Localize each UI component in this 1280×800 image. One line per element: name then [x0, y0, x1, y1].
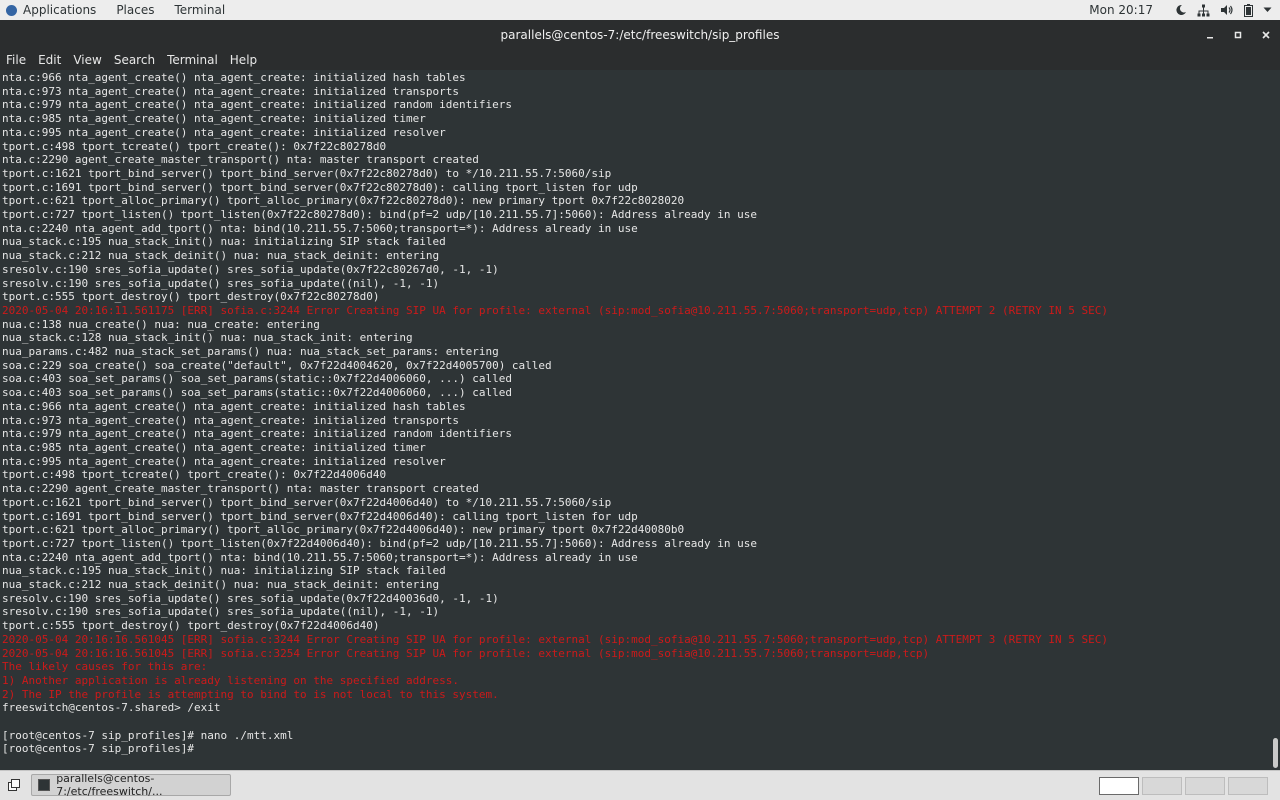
terminal-line: sresolv.c:190 sres_sofia_update() sres_s…: [2, 276, 440, 290]
top-panel: Applications Places Terminal Mon 20:17: [0, 0, 1280, 20]
terminal-menubar: File Edit View Search Terminal Help: [0, 50, 1280, 70]
terminal-lines: nta.c:966 nta_agent_create() nta_agent_c…: [2, 71, 1108, 756]
top-panel-menu: Applications Places Terminal: [0, 0, 235, 20]
terminal-line: nta.c:2290 agent_create_master_transport…: [2, 153, 479, 167]
terminal-line: nta.c:973 nta_agent_create() nta_agent_c…: [2, 84, 459, 98]
volume-icon[interactable]: [1220, 4, 1234, 16]
terminal-line: tport.c:498 tport_tcreate() tport_create…: [2, 468, 387, 482]
places-menu[interactable]: Places: [106, 0, 164, 20]
terminal-line: soa.c:229 soa_create() soa_create("defau…: [2, 358, 552, 372]
terminal-line: nua_stack.c:195 nua_stack_init() nua: in…: [2, 564, 446, 578]
chevron-down-icon[interactable]: [1263, 7, 1272, 13]
taskbar-terminal-label: parallels@centos-7:/etc/freeswitch/...: [56, 772, 163, 798]
network-icon[interactable]: [1197, 4, 1210, 17]
terminal-line: tport.c:727 tport_listen() tport_listen(…: [2, 536, 757, 550]
terminal-output[interactable]: nta.c:966 nta_agent_create() nta_agent_c…: [0, 70, 1270, 770]
terminal-line: [root@centos-7 sip_profiles]# nano ./mtt…: [2, 728, 294, 742]
system-tray: Mon 20:17: [1089, 3, 1280, 17]
terminal-line: nua_stack.c:212 nua_stack_deinit() nua: …: [2, 249, 440, 263]
terminal-line: nua.c:138 nua_create() nua: nua_create: …: [2, 317, 320, 331]
applications-menu[interactable]: Applications: [0, 0, 106, 20]
minimize-button[interactable]: [1196, 20, 1224, 50]
menu-terminal[interactable]: Terminal: [161, 50, 224, 70]
menu-search[interactable]: Search: [108, 50, 161, 70]
distro-logo-icon: [6, 4, 17, 16]
terminal-line: nta.c:2290 agent_create_master_transport…: [2, 482, 479, 496]
terminal-line: sresolv.c:190 sres_sofia_update() sres_s…: [2, 605, 440, 619]
menu-help[interactable]: Help: [224, 50, 263, 70]
show-desktop-icon[interactable]: [6, 777, 22, 793]
terminal-line: nta.c:995 nta_agent_create() nta_agent_c…: [2, 454, 446, 468]
terminal-line: nua_stack.c:128 nua_stack_init() nua: nu…: [2, 331, 413, 345]
terminal-app-menu[interactable]: Terminal: [164, 0, 235, 20]
terminal-line: sresolv.c:190 sres_sofia_update() sres_s…: [2, 262, 499, 276]
workspace-3[interactable]: [1185, 777, 1225, 795]
terminal-line: nta.c:2240 nta_agent_add_tport() nta: bi…: [2, 550, 638, 564]
terminal-line: tport.c:621 tport_alloc_primary() tport_…: [2, 523, 685, 537]
menu-view[interactable]: View: [67, 50, 107, 70]
applications-label: Applications: [23, 3, 97, 17]
terminal-line: [root@centos-7 sip_profiles]#: [2, 742, 195, 756]
terminal-line: freeswitch@centos-7.shared> /exit: [2, 701, 221, 715]
terminal-line: tport.c:1691 tport_bind_server() tport_b…: [2, 509, 638, 523]
terminal-line: sresolv.c:190 sres_sofia_update() sres_s…: [2, 591, 499, 605]
workspace-2[interactable]: [1142, 777, 1182, 795]
terminal-scrollbar[interactable]: [1270, 70, 1280, 770]
terminal-line: soa.c:403 soa_set_params() soa_set_param…: [2, 386, 512, 400]
terminal-line: nua_stack.c:195 nua_stack_init() nua: in…: [2, 235, 446, 249]
terminal-line: tport.c:1691 tport_bind_server() tport_b…: [2, 180, 638, 194]
moon-icon[interactable]: [1175, 4, 1187, 16]
terminal-line: nua_stack.c:212 nua_stack_deinit() nua: …: [2, 578, 440, 592]
terminal-line: tport.c:498 tport_tcreate() tport_create…: [2, 139, 387, 153]
menu-edit[interactable]: Edit: [32, 50, 67, 70]
terminal-line: nta.c:979 nta_agent_create() nta_agent_c…: [2, 98, 512, 112]
terminal-error-line: 2020-05-04 20:16:11.561175 [ERR] sofia.c…: [2, 303, 1108, 317]
terminal-error-line: 1) Another application is already listen…: [2, 673, 459, 687]
terminal-error-line: The likely causes for this are:: [2, 660, 208, 674]
terminal-error-line: 2020-05-04 20:16:16.561045 [ERR] sofia.c…: [2, 632, 1108, 646]
window-controls: [1196, 20, 1280, 50]
terminal-line: nta.c:995 nta_agent_create() nta_agent_c…: [2, 125, 446, 139]
terminal-line: tport.c:555 tport_destroy() tport_destro…: [2, 619, 380, 633]
taskbar-terminal-window[interactable]: parallels@centos-7:/etc/freeswitch/...: [31, 772, 231, 798]
terminal-line: nta.c:2240 nta_agent_add_tport() nta: bi…: [2, 221, 638, 235]
close-button[interactable]: [1252, 20, 1280, 50]
terminal-line: nta.c:985 nta_agent_create() nta_agent_c…: [2, 112, 426, 126]
clock[interactable]: Mon 20:17: [1089, 3, 1153, 17]
terminal-line: nta.c:979 nta_agent_create() nta_agent_c…: [2, 427, 512, 441]
window-title: parallels@centos-7:/etc/freeswitch/sip_p…: [500, 28, 780, 42]
terminal-line: nta.c:973 nta_agent_create() nta_agent_c…: [2, 413, 459, 427]
terminal-line: soa.c:403 soa_set_params() soa_set_param…: [2, 372, 512, 386]
terminal-line: tport.c:621 tport_alloc_primary() tport_…: [2, 194, 685, 208]
bottom-panel: parallels@centos-7:/etc/freeswitch/...: [0, 770, 1280, 800]
menu-file[interactable]: File: [0, 50, 32, 70]
terminal-line: tport.c:727 tport_listen() tport_listen(…: [2, 208, 757, 222]
terminal-line: nta.c:966 nta_agent_create() nta_agent_c…: [2, 399, 466, 413]
terminal-line: nta.c:966 nta_agent_create() nta_agent_c…: [2, 71, 466, 84]
terminal-error-line: 2020-05-04 20:16:16.561045 [ERR] sofia.c…: [2, 646, 930, 660]
workspace-1[interactable]: [1099, 777, 1139, 795]
scrollbar-thumb[interactable]: [1273, 738, 1278, 768]
window-titlebar[interactable]: parallels@centos-7:/etc/freeswitch/sip_p…: [0, 20, 1280, 50]
terminal-line: nta.c:985 nta_agent_create() nta_agent_c…: [2, 440, 426, 454]
maximize-button[interactable]: [1224, 20, 1252, 50]
battery-icon[interactable]: [1244, 3, 1253, 17]
terminal-line: tport.c:1621 tport_bind_server() tport_b…: [2, 166, 612, 180]
terminal-line: tport.c:1621 tport_bind_server() tport_b…: [2, 495, 612, 509]
terminal-line: tport.c:555 tport_destroy() tport_destro…: [2, 290, 380, 304]
terminal-icon: [38, 779, 51, 791]
terminal-error-line: 2) The IP the profile is attempting to b…: [2, 687, 499, 701]
terminal-line: nua_params.c:482 nua_stack_set_params() …: [2, 345, 499, 359]
workspace-4[interactable]: [1228, 777, 1268, 795]
